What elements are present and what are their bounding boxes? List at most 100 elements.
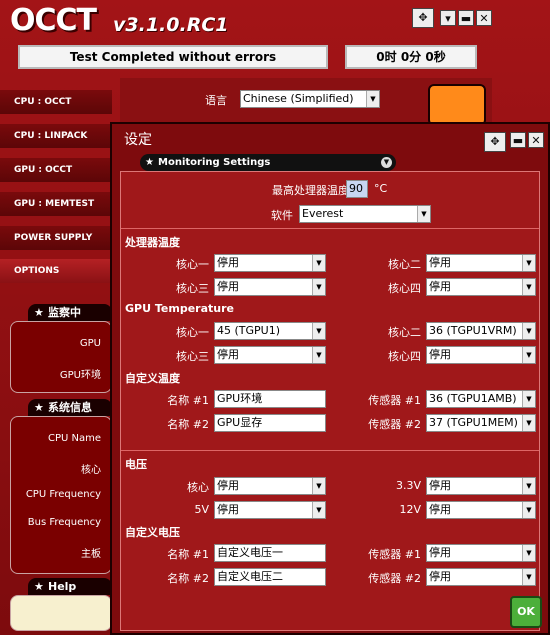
gpu-core2-label: 核心二 bbox=[388, 326, 421, 339]
language-label: 语言 bbox=[205, 94, 227, 107]
app-logo: OCCT bbox=[10, 3, 97, 38]
dialog-title: 设定 bbox=[124, 132, 152, 148]
chevron-down-icon: ▼ bbox=[522, 255, 535, 271]
dialog-move-button[interactable]: ✥ bbox=[484, 132, 506, 152]
gpu-core4-select[interactable]: 停用 ▼ bbox=[426, 346, 536, 364]
max-temp-label: 最高处理器温度 bbox=[272, 184, 349, 197]
custom-voltage-name2-input[interactable]: 自定义电压二 bbox=[214, 568, 326, 586]
gpu-core1-label: 核心一 bbox=[176, 326, 209, 339]
custom-voltage-sensor1-label: 传感器 #1 bbox=[368, 548, 421, 561]
cpu-core1-label: 核心一 bbox=[176, 258, 209, 271]
chevron-down-icon: ▼ bbox=[417, 206, 430, 222]
gpu-temp-header: GPU Temperature bbox=[125, 302, 234, 315]
custom-temp-name2-label: 名称 #2 bbox=[167, 418, 209, 431]
divider bbox=[121, 450, 539, 451]
settings-dialog: 设定 ✥ ▬ ✕ ★ Monitoring Settings ▼ 最高处理器温度… bbox=[110, 122, 550, 635]
cpu-core2-select[interactable]: 停用 ▼ bbox=[426, 254, 536, 272]
help-panel bbox=[10, 595, 112, 631]
chevron-down-icon: ▼ bbox=[312, 478, 325, 494]
tab-power-supply[interactable]: POWER SUPPLY bbox=[0, 226, 112, 250]
chevron-down-icon: ▼ bbox=[522, 478, 535, 494]
chevron-down-icon: ▼ bbox=[522, 323, 535, 339]
move-window-button[interactable]: ✥ bbox=[412, 8, 434, 28]
monitor-item-gpu-env: GPU环境 bbox=[59, 370, 101, 381]
sysinfo-cpu-name: CPU Name bbox=[47, 433, 101, 444]
options-gear-icon bbox=[428, 84, 486, 126]
star-icon: ★ bbox=[34, 306, 44, 319]
custom-voltage-sensor2-label: 传感器 #2 bbox=[368, 572, 421, 585]
max-temp-unit: °C bbox=[374, 182, 388, 195]
cpu-core3-label: 核心三 bbox=[176, 282, 209, 295]
custom-voltage-name1-input[interactable]: 自定义电压一 bbox=[214, 544, 326, 562]
cpu-core2-label: 核心二 bbox=[388, 258, 421, 271]
dialog-close-button[interactable]: ✕ bbox=[528, 132, 544, 148]
window-mode-button[interactable]: ▬ bbox=[458, 10, 474, 26]
monitoring-settings-header[interactable]: ★ Monitoring Settings ▼ bbox=[140, 154, 396, 171]
tab-cpu-linpack[interactable]: CPU : LINPACK bbox=[0, 124, 112, 148]
monitor-header: ★ 监察中 bbox=[28, 304, 112, 321]
voltage-core-select[interactable]: 停用 ▼ bbox=[214, 477, 326, 495]
chevron-down-icon: ▼ bbox=[522, 391, 535, 407]
custom-temp-name2-input[interactable]: GPU显存 bbox=[214, 414, 326, 432]
max-temp-input[interactable]: 90 bbox=[346, 180, 368, 198]
voltage-core-label: 核心 bbox=[187, 481, 209, 494]
chevron-down-icon: ▼ bbox=[522, 569, 535, 585]
chevron-down-icon: ▼ bbox=[522, 279, 535, 295]
chevron-down-icon: ▼ bbox=[312, 502, 325, 518]
chevron-down-icon: ▼ bbox=[522, 502, 535, 518]
language-select[interactable]: Chinese (Simplified) ▼ bbox=[240, 90, 380, 108]
custom-voltage-header: 自定义电压 bbox=[125, 526, 180, 539]
gpu-core3-select[interactable]: 停用 ▼ bbox=[214, 346, 326, 364]
chevron-down-icon: ▼ bbox=[522, 347, 535, 363]
gpu-core1-select[interactable]: 45 (TGPU1) ▼ bbox=[214, 322, 326, 340]
star-icon: ★ bbox=[34, 580, 44, 593]
tab-gpu-memtest[interactable]: GPU : MEMTEST bbox=[0, 192, 112, 216]
gpu-core2-select[interactable]: 36 (TGPU1VRM) ▼ bbox=[426, 322, 536, 340]
sysinfo-header: ★ 系统信息 bbox=[28, 399, 112, 416]
language-select-value: Chinese (Simplified) bbox=[243, 92, 354, 105]
cpu-core4-select[interactable]: 停用 ▼ bbox=[426, 278, 536, 296]
custom-voltage-sensor1-select[interactable]: 停用 ▼ bbox=[426, 544, 536, 562]
dialog-minimize-button[interactable]: ▬ bbox=[510, 132, 526, 148]
minimize-button[interactable]: ▾ bbox=[440, 10, 456, 26]
voltage-33v-select[interactable]: 停用 ▼ bbox=[426, 477, 536, 495]
chevron-down-icon: ▼ bbox=[312, 347, 325, 363]
gpu-core3-label: 核心三 bbox=[176, 350, 209, 363]
star-icon: ★ bbox=[34, 401, 44, 414]
cpu-core4-label: 核心四 bbox=[388, 282, 421, 295]
collapse-icon[interactable]: ▼ bbox=[381, 157, 392, 168]
divider bbox=[121, 228, 539, 229]
chevron-down-icon: ▼ bbox=[522, 545, 535, 561]
cpu-temp-header: 处理器温度 bbox=[125, 236, 180, 249]
software-select[interactable]: Everest ▼ bbox=[299, 205, 431, 223]
custom-temp-name1-label: 名称 #1 bbox=[167, 394, 209, 407]
sysinfo-cores: 核心 bbox=[81, 465, 101, 476]
sysinfo-panel: CPU Name 核心 CPU Frequency Bus Frequency … bbox=[10, 416, 112, 574]
custom-temp-sensor1-select[interactable]: 36 (TGPU1AMB) ▼ bbox=[426, 390, 536, 408]
status-message: Test Completed without errors bbox=[18, 45, 328, 69]
voltage-12v-select[interactable]: 停用 ▼ bbox=[426, 501, 536, 519]
chevron-down-icon: ▼ bbox=[312, 323, 325, 339]
tab-cpu-occt[interactable]: CPU : OCCT bbox=[0, 90, 112, 114]
custom-voltage-sensor2-select[interactable]: 停用 ▼ bbox=[426, 568, 536, 586]
voltage-header: 电压 bbox=[125, 458, 147, 471]
close-button[interactable]: ✕ bbox=[476, 10, 492, 26]
voltage-33v-label: 3.3V bbox=[395, 479, 421, 492]
custom-voltage-name2-label: 名称 #2 bbox=[167, 572, 209, 585]
gpu-core4-label: 核心四 bbox=[388, 350, 421, 363]
tab-gpu-occt[interactable]: GPU : OCCT bbox=[0, 158, 112, 182]
tab-options[interactable]: OPTIONS bbox=[0, 259, 112, 283]
monitor-item-gpu: GPU bbox=[79, 338, 101, 349]
star-icon: ★ bbox=[145, 157, 154, 168]
chevron-down-icon: ▼ bbox=[312, 255, 325, 271]
voltage-5v-select[interactable]: 停用 ▼ bbox=[214, 501, 326, 519]
software-label: 软件 bbox=[271, 209, 293, 222]
sysinfo-motherboard: 主板 bbox=[81, 549, 101, 560]
custom-temp-sensor2-select[interactable]: 37 (TGPU1MEM) ▼ bbox=[426, 414, 536, 432]
sysinfo-cpu-frequency: CPU Frequency bbox=[25, 489, 101, 500]
help-header: ★ Help bbox=[28, 578, 112, 595]
ok-button[interactable]: OK bbox=[510, 596, 542, 628]
cpu-core1-select[interactable]: 停用 ▼ bbox=[214, 254, 326, 272]
custom-temp-name1-input[interactable]: GPU环境 bbox=[214, 390, 326, 408]
cpu-core3-select[interactable]: 停用 ▼ bbox=[214, 278, 326, 296]
